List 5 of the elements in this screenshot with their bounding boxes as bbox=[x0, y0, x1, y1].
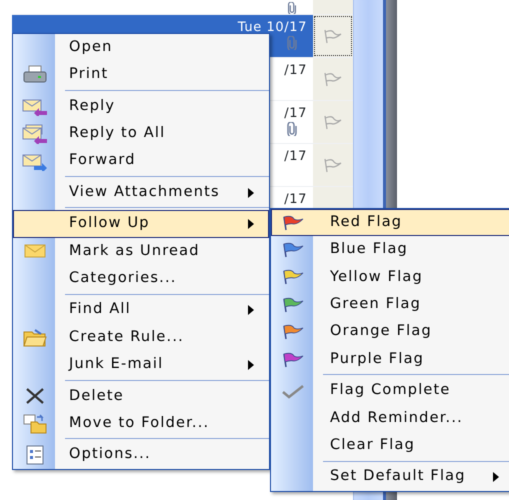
received-date: /17 bbox=[284, 150, 307, 163]
received-date: /17 bbox=[284, 193, 307, 206]
received-date: /17 bbox=[284, 64, 307, 77]
received-date: /17 bbox=[284, 107, 307, 120]
received-date: Tue 10/17 bbox=[238, 21, 307, 34]
